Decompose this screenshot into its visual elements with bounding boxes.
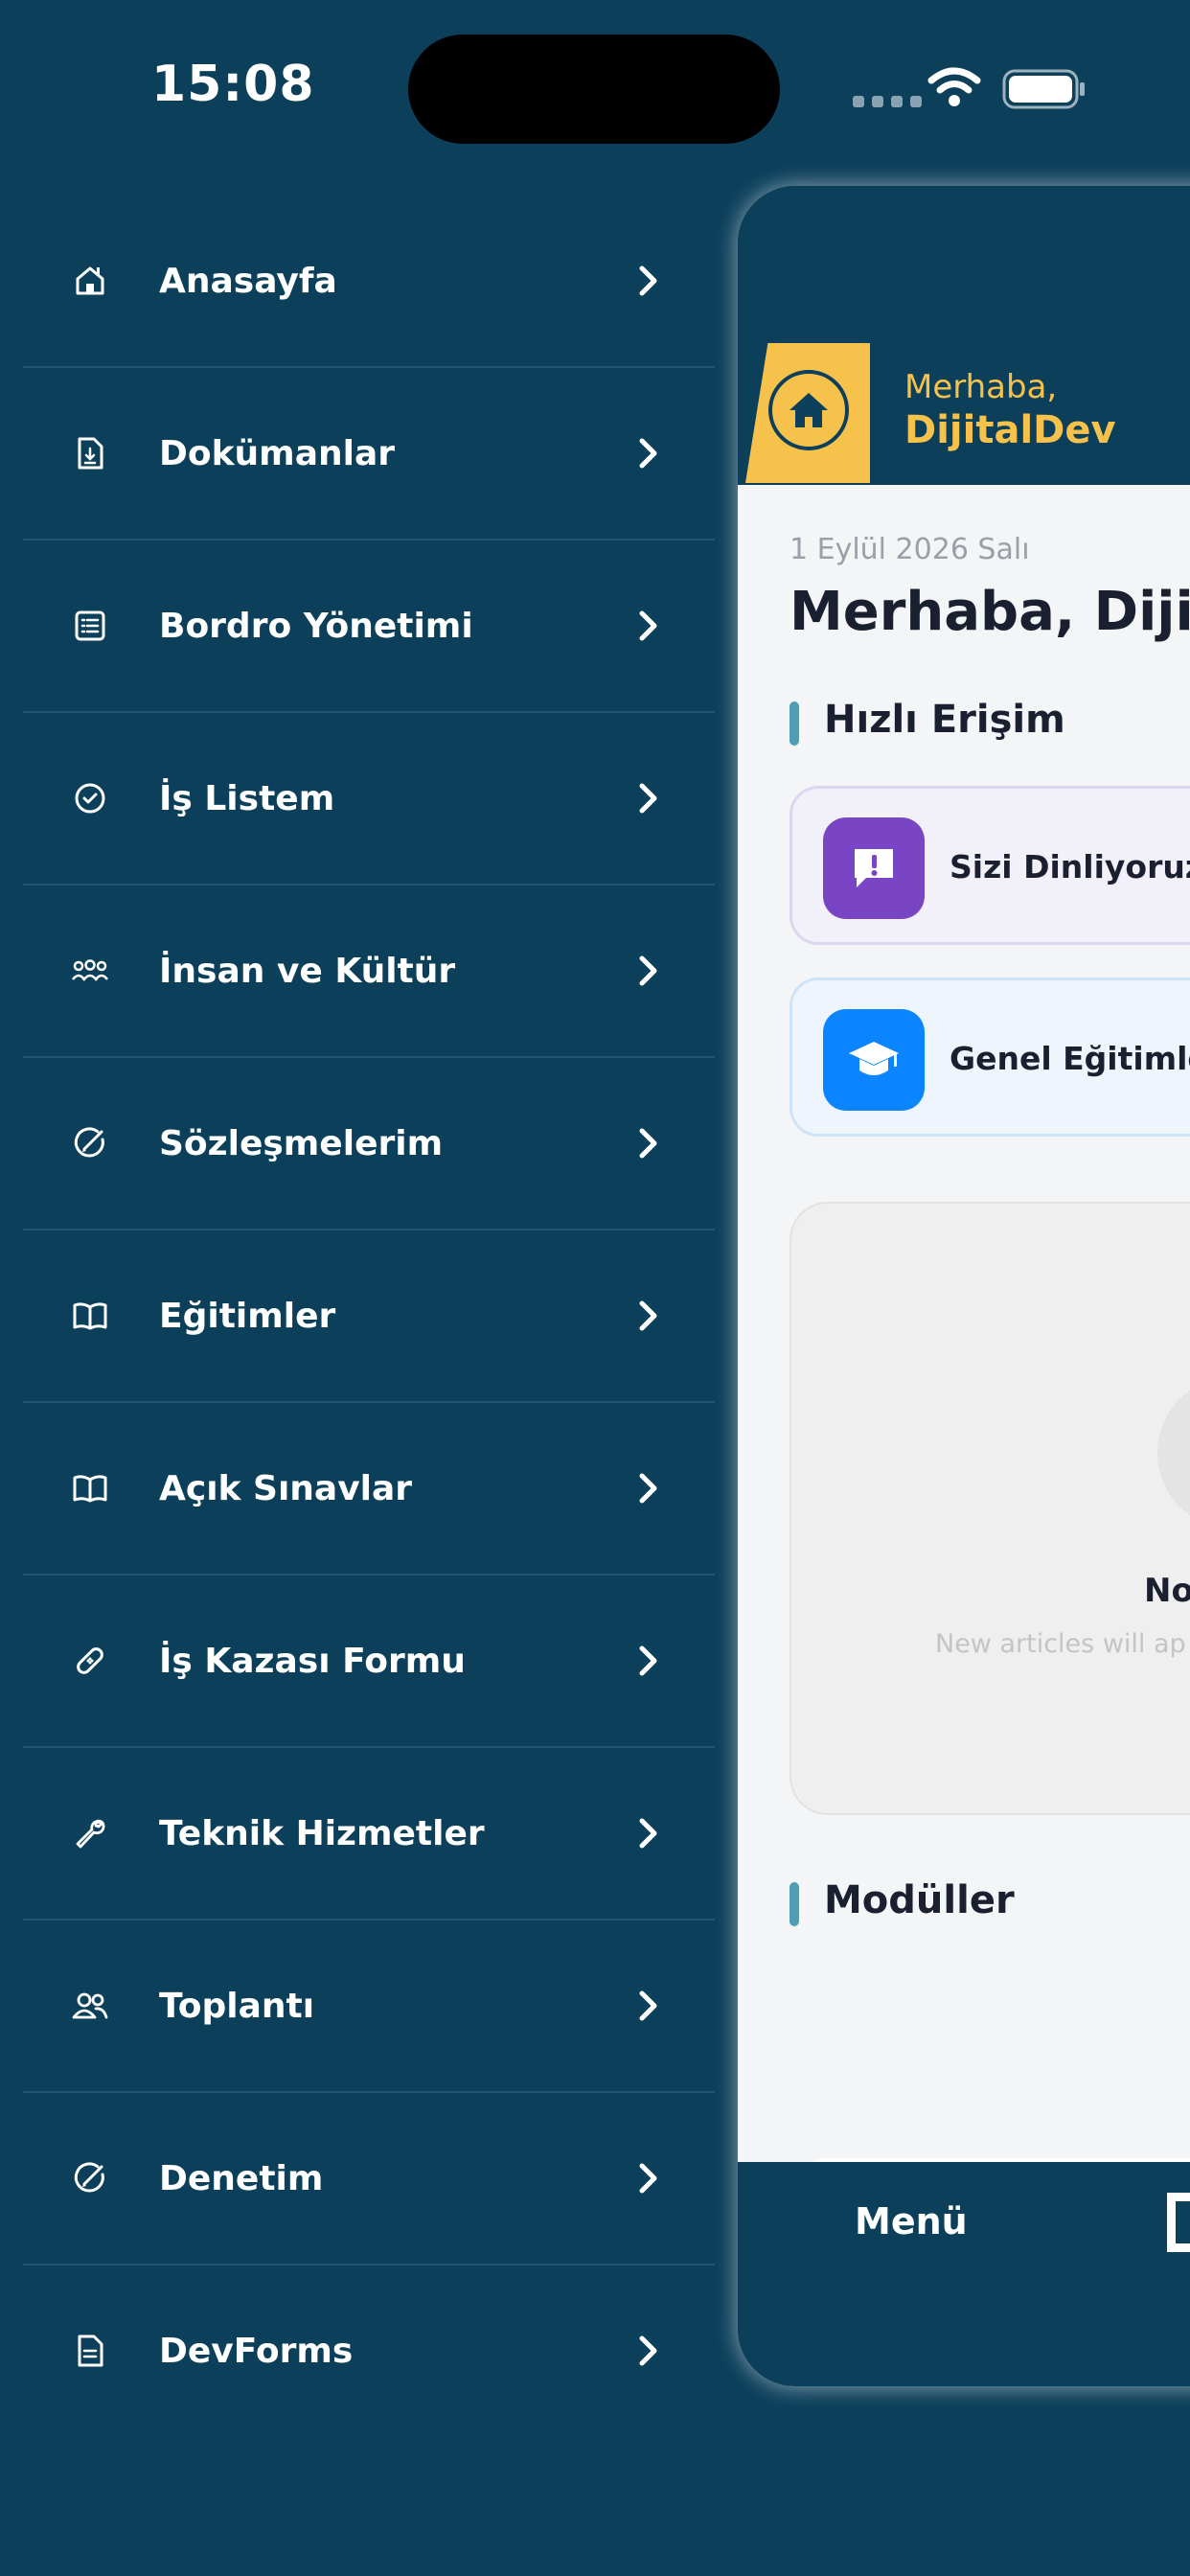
menu-item-is-listem[interactable]: İş Listem: [23, 713, 715, 886]
menu-item-label: İş Listem: [159, 778, 335, 818]
date-text: 1 Eylül 2026 Salı: [790, 533, 1030, 566]
menu-item-label: DevForms: [159, 2331, 354, 2371]
empty-state-title: No: [1144, 1572, 1190, 1610]
menu-item-acik-sinavlar[interactable]: Açık Sınavlar: [23, 1403, 715, 1576]
menu-item-label: Teknik Hizmetler: [159, 1813, 485, 1853]
status-time: 15:08: [151, 56, 315, 113]
menu-item-teknik-hizmetler[interactable]: Teknik Hizmetler: [23, 1748, 715, 1920]
home-icon: [71, 262, 109, 300]
menu-item-label: Eğitimler: [159, 1296, 336, 1336]
quick-access-label: Sizi Dinliyoruz: [950, 848, 1190, 886]
dynamic-island: [408, 34, 780, 144]
tab-logo-icon[interactable]: [1167, 2193, 1190, 2252]
menu-item-label: Açık Sınavlar: [159, 1468, 413, 1508]
menu-item-egitimler[interactable]: Eğitimler: [23, 1230, 715, 1403]
chevron-right-icon: [639, 438, 657, 469]
menu-item-label: Denetim: [159, 2158, 324, 2198]
list-icon: [71, 607, 109, 645]
menu-item-toplanti[interactable]: Toplantı: [23, 1920, 715, 2093]
people-icon: [71, 1987, 109, 2025]
battery-icon: [1002, 69, 1085, 109]
chevron-right-icon: [639, 1818, 657, 1849]
quick-access-sizi-dinliyoruz[interactable]: Sizi Dinliyoruz: [790, 786, 1190, 945]
menu-item-label: Anasayfa: [159, 261, 337, 301]
chevron-right-icon: [639, 783, 657, 814]
home-body: 1 Eylül 2026 Salı Merhaba, Dijita Hızlı …: [738, 485, 1190, 2386]
menu-item-insan-ve-kultur[interactable]: İnsan ve Kültür: [23, 886, 715, 1058]
menu-item-dokumanlar[interactable]: Dokümanlar: [23, 368, 715, 540]
menu-item-label: İş Kazası Formu: [159, 1641, 466, 1681]
bandage-icon: [71, 1642, 109, 1680]
chevron-right-icon: [639, 955, 657, 986]
quick-access-title: Hızlı Erişim: [790, 698, 1065, 746]
news-empty-state: No New articles will ap: [790, 1202, 1190, 1815]
menu-item-denetim[interactable]: Denetim: [23, 2093, 715, 2266]
chevron-right-icon: [639, 1128, 657, 1159]
chevron-right-icon: [639, 2163, 657, 2194]
header-greeting: Merhaba,: [904, 368, 1058, 406]
quick-access-label: Genel Eğitimler: [950, 1040, 1190, 1077]
home-badge[interactable]: [745, 343, 870, 483]
people-group-icon: [71, 952, 109, 990]
menu-item-is-kazasi-formu[interactable]: İş Kazası Formu: [23, 1576, 715, 1748]
tab-menu[interactable]: Menü: [855, 2200, 968, 2242]
menu-item-devforms[interactable]: DevForms: [23, 2266, 715, 2436]
menu-item-label: İnsan ve Kültür: [159, 951, 456, 991]
tab-bar: Menü: [738, 2162, 1190, 2386]
signal-icon: [853, 96, 922, 107]
signature-icon: [71, 1124, 109, 1162]
book-icon: [71, 1297, 109, 1335]
feedback-icon: [823, 817, 925, 919]
header-user-name: DijitalDev: [904, 408, 1116, 452]
menu-item-bordro-yonetimi[interactable]: Bordro Yönetimi: [23, 540, 715, 713]
chevron-right-icon: [639, 1300, 657, 1331]
menu-item-label: Bordro Yönetimi: [159, 606, 473, 646]
chevron-right-icon: [639, 2335, 657, 2366]
chevron-right-icon: [639, 265, 657, 296]
quick-access-genel-egitimler[interactable]: Genel Eğitimler: [790, 978, 1190, 1137]
signature-icon: [71, 2159, 109, 2197]
main-content-preview[interactable]: Merhaba, DijitalDev 1 Eylül 2026 Salı Me…: [738, 186, 1190, 2386]
chevron-right-icon: [639, 1473, 657, 1504]
home-icon: [768, 370, 849, 450]
modules-title: Modüller: [790, 1878, 1015, 1926]
wifi-icon: [927, 67, 981, 106]
chevron-right-icon: [639, 610, 657, 641]
wrench-icon: [71, 1814, 109, 1852]
chevron-right-icon: [639, 1645, 657, 1676]
empty-state-subtitle: New articles will ap: [935, 1629, 1186, 1659]
chevron-right-icon: [639, 1990, 657, 2021]
app-header: Merhaba, DijitalDev: [738, 186, 1190, 485]
empty-state-icon: [1157, 1376, 1190, 1530]
menu-item-label: Toplantı: [159, 1986, 315, 2026]
side-menu: Anasayfa Dokümanlar Bordro Yönetimi İş L…: [23, 196, 715, 2436]
menu-item-label: Sözleşmelerim: [159, 1123, 444, 1163]
book-icon: [71, 1469, 109, 1507]
menu-item-sozlesmelerim[interactable]: Sözleşmelerim: [23, 1058, 715, 1230]
form-icon: [71, 2332, 109, 2370]
menu-item-anasayfa[interactable]: Anasayfa: [23, 196, 715, 368]
page-title: Merhaba, Dijita: [790, 581, 1190, 643]
menu-item-label: Dokümanlar: [159, 433, 396, 473]
document-icon: [71, 434, 109, 472]
graduation-cap-icon: [823, 1009, 925, 1111]
check-circle-icon: [71, 779, 109, 817]
